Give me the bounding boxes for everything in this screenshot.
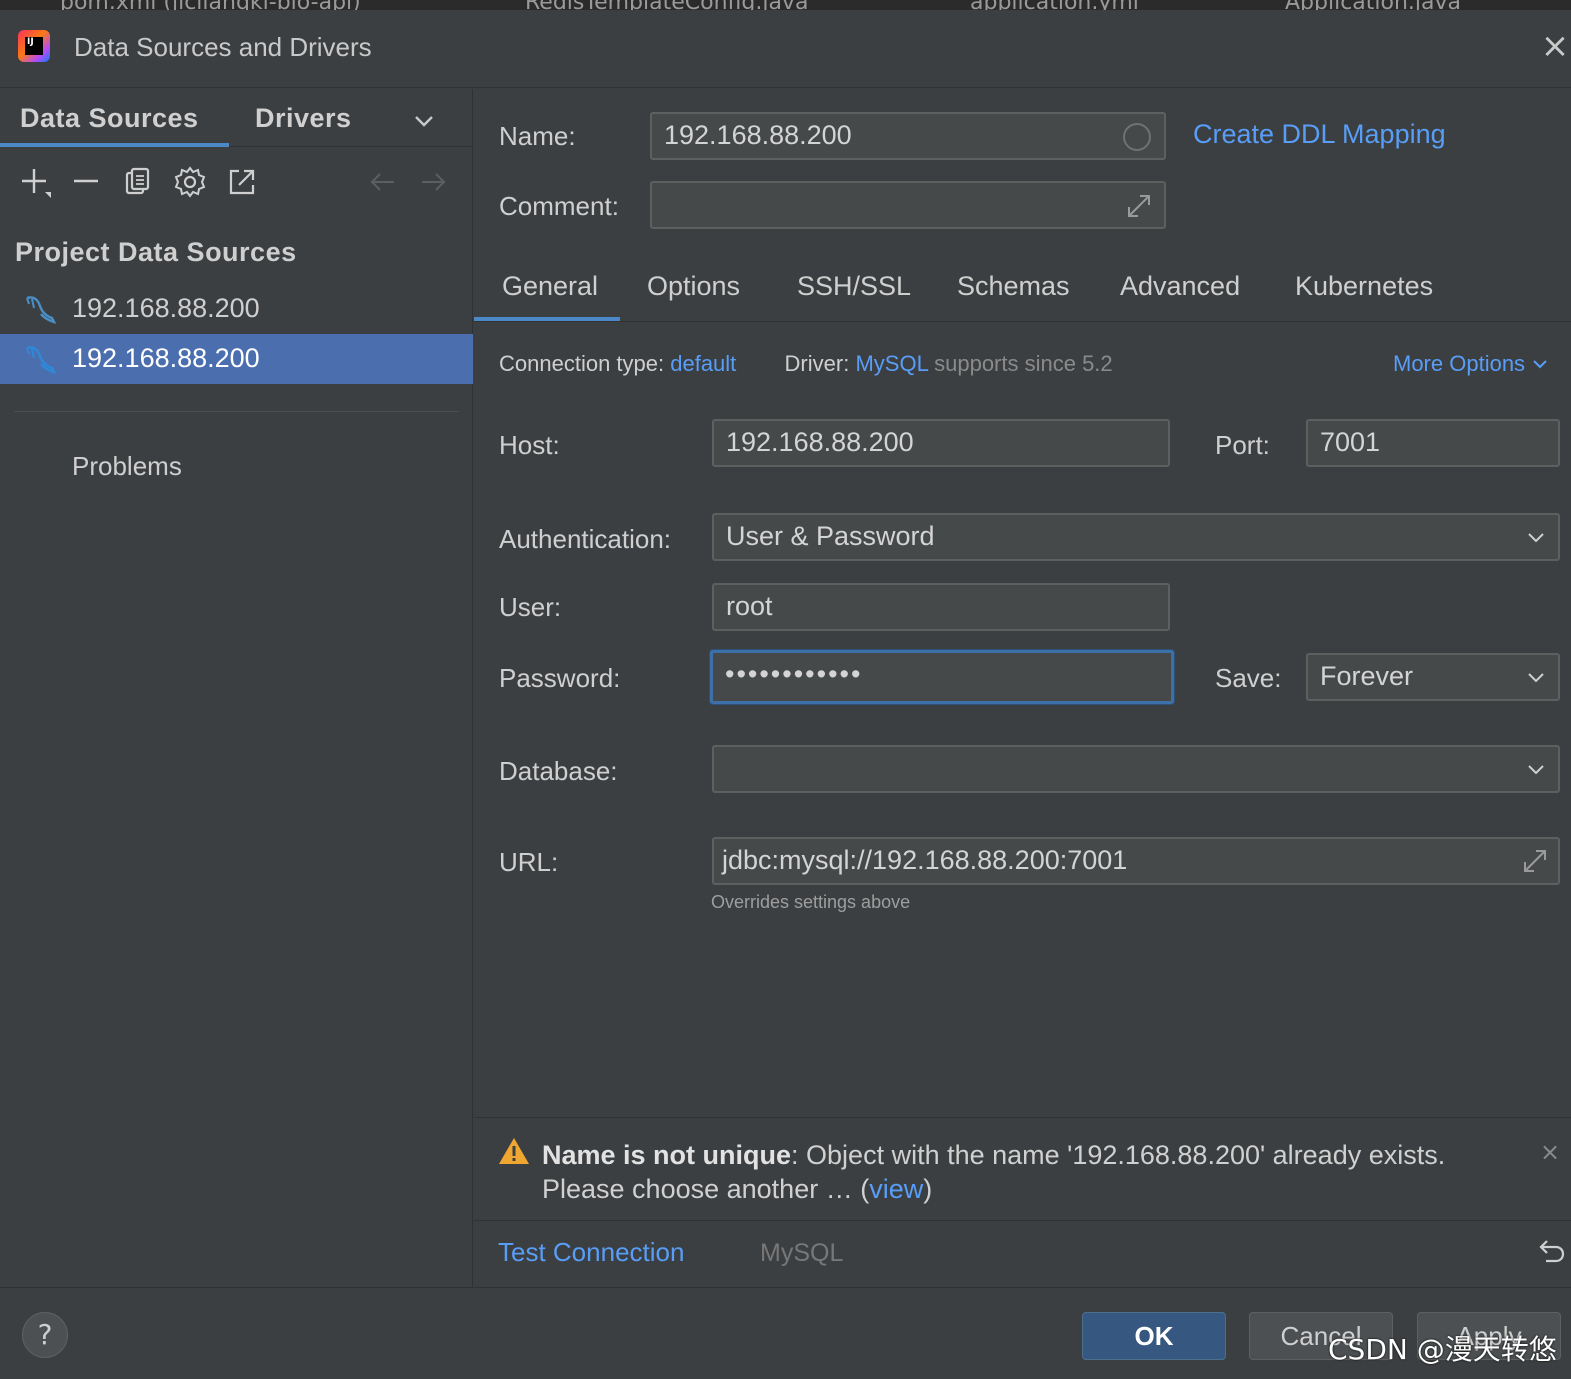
more-options-label: More Options — [1393, 351, 1526, 376]
mysql-dolphin-icon — [24, 344, 57, 375]
url-value: jdbc:mysql://192.168.88.200:7001 — [722, 845, 1128, 875]
tab-general[interactable]: General — [502, 271, 598, 302]
create-ddl-mapping-link[interactable]: Create DDL Mapping — [1193, 119, 1446, 150]
data-source-label: 192.168.88.200 — [72, 293, 260, 323]
export-icon[interactable] — [225, 165, 259, 199]
url-field[interactable]: jdbc:mysql://192.168.88.200:7001 — [712, 837, 1560, 885]
port-label: Port: — [1215, 430, 1270, 460]
save-select[interactable]: Forever — [1306, 653, 1560, 701]
user-label: User: — [499, 592, 562, 622]
comment-field[interactable] — [650, 181, 1166, 229]
database-select[interactable] — [712, 745, 1560, 793]
data-source-label: 192.168.88.200 — [72, 343, 260, 373]
user-value: root — [726, 591, 773, 621]
problems-item[interactable]: Problems — [72, 451, 182, 482]
chevron-down-icon[interactable] — [410, 107, 438, 135]
connection-info-line: Connection type: default Driver: MySQL s… — [499, 351, 1113, 377]
tab-ssh-ssl[interactable]: SSH/SSL — [797, 271, 911, 302]
warning-end: ) — [923, 1174, 933, 1204]
help-button[interactable]: ? — [22, 1312, 68, 1358]
editor-tab[interactable]: Application.java — [1285, 0, 1461, 10]
dialog-title-bar: IJ Data Sources and Drivers × — [0, 10, 1571, 88]
left-pane: Data Sources Drivers Project Data Source… — [0, 89, 473, 1287]
editor-tab-strip: pom.xml (jiclianqki-bio-api) RedisTempla… — [0, 0, 1571, 10]
connection-type-label: Connection type: — [499, 351, 665, 376]
port-field[interactable]: 7001 — [1306, 419, 1560, 467]
user-field[interactable]: root — [712, 583, 1170, 631]
chevron-down-icon — [1528, 673, 1544, 683]
password-value: •••••••••••• — [725, 659, 863, 689]
authentication-value: User & Password — [726, 521, 935, 551]
url-hint: Overrides settings above — [711, 892, 911, 912]
port-value: 7001 — [1320, 427, 1381, 457]
right-pane: Name: 192.168.88.200 Create DDL Mapping … — [474, 89, 1571, 1287]
driver-label: Driver: — [784, 351, 850, 376]
divider — [14, 411, 459, 412]
host-label: Host: — [499, 430, 560, 460]
tab-kubernetes[interactable]: Kubernetes — [1295, 271, 1433, 302]
settings-icon[interactable] — [173, 165, 207, 199]
warning-banner: Name is not unique: Object with the name… — [474, 1117, 1571, 1221]
save-label: Save: — [1215, 663, 1282, 693]
view-link[interactable]: view — [869, 1174, 923, 1204]
tab-drivers[interactable]: Drivers — [255, 103, 352, 134]
forward-icon[interactable] — [416, 165, 450, 199]
watermark: CSDN @漫天转悠 — [1328, 1333, 1557, 1366]
expand-icon[interactable] — [1518, 844, 1552, 878]
mysql-dolphin-icon — [24, 294, 57, 325]
chevron-down-icon — [1528, 533, 1544, 543]
editor-tab[interactable]: pom.xml (jiclianqki-bio-api) — [60, 0, 361, 10]
dialog-button-bar: ? OK Cancel Apply CSDN @漫天转悠 — [0, 1287, 1571, 1379]
expand-icon[interactable] — [1122, 189, 1156, 223]
color-circle-icon[interactable] — [1122, 122, 1152, 152]
tab-advanced[interactable]: Advanced — [1120, 271, 1240, 302]
active-tab-indicator — [474, 317, 620, 321]
close-icon[interactable]: × — [1540, 29, 1570, 63]
test-connection-link[interactable]: Test Connection — [498, 1237, 684, 1268]
password-field[interactable]: •••••••••••• — [710, 650, 1174, 704]
save-value: Forever — [1320, 661, 1414, 691]
revert-icon[interactable] — [1534, 1235, 1566, 1267]
driver-link[interactable]: MySQL — [855, 351, 928, 376]
editor-tab[interactable]: RedisTemplateConfig.java — [525, 0, 808, 10]
data-source-item[interactable]: 192.168.88.200 — [0, 284, 473, 334]
back-icon[interactable] — [366, 165, 400, 199]
comment-label: Comment: — [499, 191, 619, 221]
dialog-title: Data Sources and Drivers — [74, 32, 372, 62]
driver-note: supports since 5.2 — [934, 351, 1113, 376]
name-label: Name: — [499, 121, 576, 151]
tab-schemas[interactable]: Schemas — [957, 271, 1070, 302]
remove-icon[interactable] — [70, 165, 104, 199]
editor-tab[interactable]: application.yml — [970, 0, 1139, 10]
project-data-sources-heading: Project Data Sources — [15, 237, 297, 267]
authentication-label: Authentication: — [499, 524, 672, 554]
intellij-logo-icon: IJ — [18, 30, 50, 62]
add-icon[interactable] — [18, 165, 52, 199]
name-value: 192.168.88.200 — [664, 120, 852, 150]
tabs-divider — [474, 321, 1571, 322]
host-field[interactable]: 192.168.88.200 — [712, 419, 1170, 467]
name-field[interactable]: 192.168.88.200 — [650, 112, 1166, 160]
database-label: Database: — [499, 756, 618, 786]
url-label: URL: — [499, 847, 559, 877]
authentication-select[interactable]: User & Password — [712, 513, 1560, 561]
data-source-item-selected[interactable]: 192.168.88.200 — [0, 334, 473, 384]
connection-type-link[interactable]: default — [670, 351, 736, 376]
duplicate-icon[interactable] — [121, 165, 155, 199]
more-options-link[interactable]: More Options — [1393, 351, 1549, 377]
password-label: Password: — [499, 663, 621, 693]
tab-data-sources[interactable]: Data Sources — [20, 103, 199, 134]
driver-name: MySQL — [760, 1239, 844, 1267]
active-tab-indicator — [0, 143, 229, 147]
chevron-down-icon — [1528, 765, 1544, 775]
tab-options[interactable]: Options — [647, 271, 740, 302]
close-icon[interactable]: × — [1540, 1138, 1560, 1166]
chevron-down-icon — [1533, 360, 1547, 369]
host-value: 192.168.88.200 — [726, 427, 914, 457]
ok-button[interactable]: OK — [1082, 1312, 1226, 1360]
warning-message: Name is not unique: Object with the name… — [542, 1138, 1502, 1206]
warning-title: Name is not unique — [542, 1140, 792, 1170]
warning-icon — [499, 1138, 529, 1164]
